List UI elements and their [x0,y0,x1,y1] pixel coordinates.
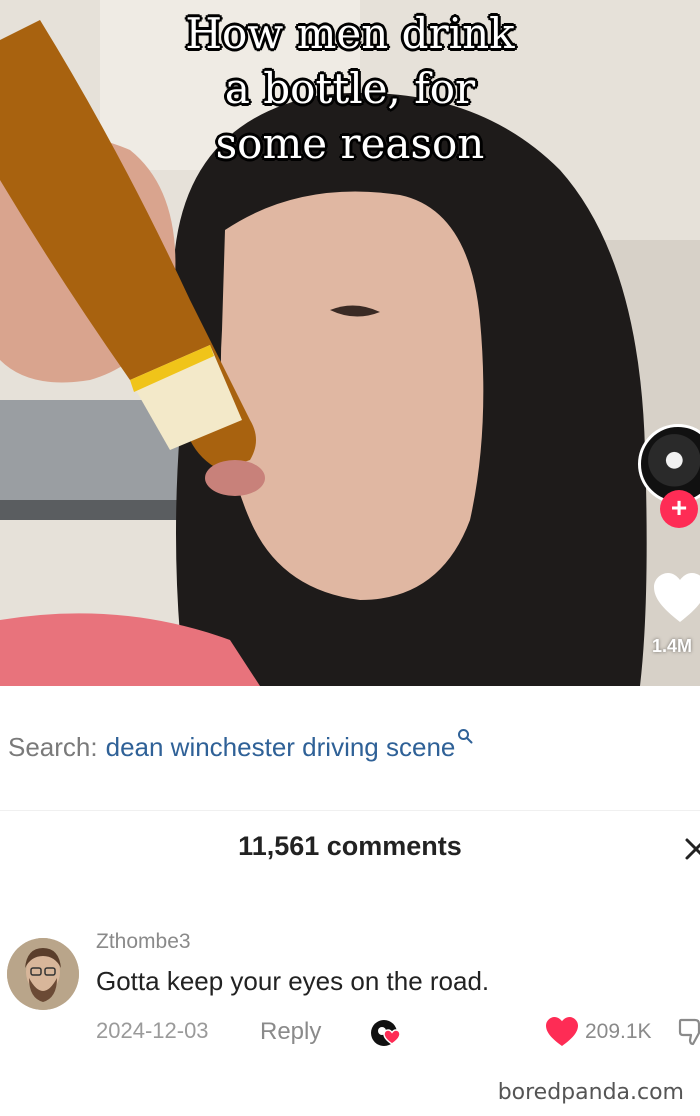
comment-like-count: 209.1K [585,1020,652,1043]
comments-count: 11,561 comments [238,831,462,861]
comment-username[interactable]: Zthombe3 [96,930,191,954]
caption-line: some reason [215,119,485,168]
search-prefix: Search: [8,731,98,762]
video-caption: How men drink a bottle, for some reason [0,6,700,171]
reply-button[interactable]: Reply [260,1018,321,1046]
close-icon[interactable] [684,837,700,861]
dislike-icon[interactable] [678,1018,700,1046]
heart-icon[interactable] [545,1016,579,1048]
video-like-count: 1.4M [652,636,693,656]
caption-line: How men drink [185,9,515,58]
follow-button[interactable]: + [660,490,698,528]
comment-text: Gotta keep your eyes on the road. [96,966,490,996]
comment-date: 2024-12-03 [96,1018,209,1043]
creator-liked-icon [371,1020,401,1046]
heart-icon[interactable] [652,572,700,624]
caption-line: a bottle, for [224,64,476,113]
avatar-image [7,938,79,1010]
video-player[interactable]: How men drink a bottle, for some reason … [0,0,700,686]
avatar[interactable] [7,938,79,1010]
search-query-link[interactable]: dean winchester driving scene [106,732,456,763]
watermark: boredpanda.com [497,1080,684,1105]
search-icon [458,729,473,744]
related-search[interactable]: Search: dean winchester driving scene [0,712,700,782]
